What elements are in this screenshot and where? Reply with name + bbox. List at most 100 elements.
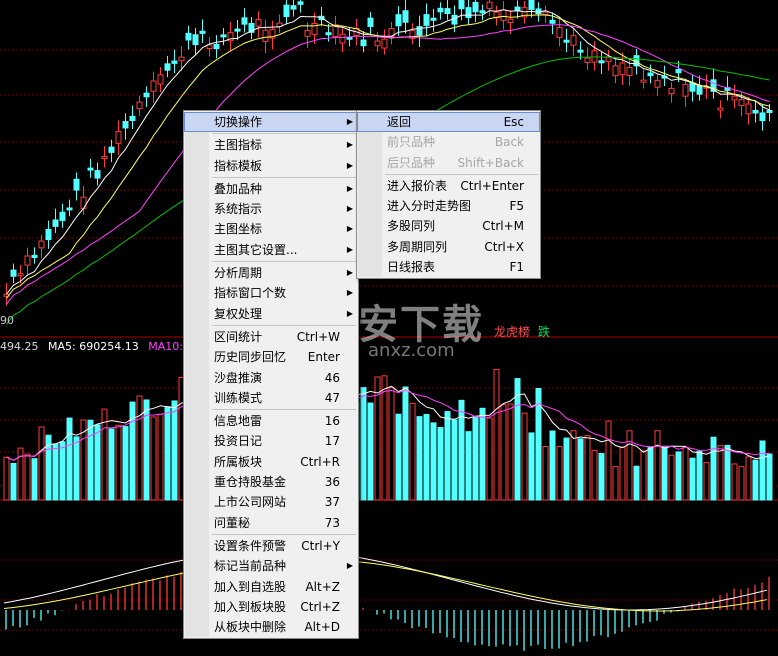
volume-bar	[409, 402, 416, 501]
candle-body	[17, 273, 24, 277]
volume-bar	[115, 424, 122, 501]
menu-item[interactable]: 重仓持股基金 36	[184, 472, 358, 492]
submenu-arrow-icon: ▶	[346, 561, 353, 571]
menu-item-label: 训练模式	[214, 390, 263, 405]
menu-item-shortcut: Ctrl+W	[296, 329, 340, 344]
menu-item[interactable]: 标记当前品种 ▶	[184, 556, 358, 576]
menu-item[interactable]: 叠加品种 ▶	[184, 179, 358, 199]
submenu-item[interactable]: 进入报价表 Ctrl+Enter	[357, 176, 540, 196]
menu-item-shortcut: 46	[324, 370, 340, 385]
menu-item-label: 主图指标	[214, 138, 263, 153]
volume-readout: 494.25 MA5: 690254.13 MA10: 6	[0, 340, 199, 353]
menu-item[interactable]: 加入到板块股 Ctrl+Z	[184, 597, 358, 617]
candle-body	[577, 49, 584, 53]
candle-body	[94, 170, 101, 179]
menu-item[interactable]: 主图坐标 ▶	[184, 219, 358, 239]
volume-bar	[654, 430, 661, 501]
candle-body	[24, 255, 31, 266]
menu-item[interactable]: 指标模板 ▶	[184, 156, 358, 176]
submenu-arrow-icon: ▶	[346, 183, 353, 193]
candle-body	[745, 103, 752, 115]
menu-item[interactable]: 信息地雷 16	[184, 411, 358, 431]
menu-item[interactable]: 从板块中删除 Alt+D	[184, 617, 358, 637]
menu-item[interactable]: 区间统计 Ctrl+W	[184, 327, 358, 347]
menu-item[interactable]: 分析周期 ▶	[184, 263, 358, 283]
candle-body	[38, 240, 45, 249]
menu-item[interactable]: 指标窗口个数 ▶	[184, 283, 358, 303]
volume-bar	[563, 437, 570, 501]
volume-bar	[416, 416, 423, 501]
candle-body	[325, 32, 332, 36]
volume-bar	[696, 450, 703, 501]
volume-bar	[451, 419, 458, 501]
menu-item[interactable]: 投资日记 17	[184, 431, 358, 451]
menu-item[interactable]: 主图指标 ▶	[184, 135, 358, 155]
menu-item[interactable]: 切换操作 ▶	[184, 112, 358, 133]
candle-body	[598, 60, 605, 64]
submenu-arrow-icon: ▶	[346, 160, 353, 170]
menu-item[interactable]: 问董秘 73	[184, 513, 358, 533]
submenu-item-label: 前只品种	[387, 135, 436, 150]
submenu-item[interactable]: 返回 Esc	[357, 112, 540, 133]
candle-body	[675, 69, 682, 74]
menu-item[interactable]: 设置条件预警 Ctrl+Y	[184, 536, 358, 556]
menu-item[interactable]: 沙盘推演 46	[184, 368, 358, 388]
menu-item[interactable]: 所属板块 Ctrl+R	[184, 452, 358, 472]
menu-item-label: 重仓持股基金	[214, 475, 287, 490]
volume-bar	[556, 445, 563, 501]
context-menu: 切换操作 ▶ 主图指标 ▶ 指标模板 ▶ 叠加品种 ▶ 系统指示 ▶ 主图坐标 ▶ 主图其它设置... ▶…	[183, 110, 359, 640]
candle-body	[115, 131, 122, 144]
submenu-item-shortcut: F1	[509, 260, 524, 275]
menu-item-label: 加入到板块股	[214, 599, 287, 614]
volume-bar	[423, 413, 430, 501]
candle-body	[157, 74, 164, 85]
menu-item-label: 区间统计	[214, 329, 263, 344]
menu-item[interactable]: 训练模式 47	[184, 388, 358, 408]
menu-item-shortcut: 73	[324, 515, 340, 530]
menu-item[interactable]: 系统指示 ▶	[184, 199, 358, 219]
volume-bar	[759, 440, 766, 501]
volume-bar	[136, 395, 143, 501]
volume-bar	[388, 387, 395, 501]
volume-bar	[521, 412, 528, 501]
candle-body	[619, 62, 626, 76]
submenu-arrow-icon: ▶	[346, 308, 353, 318]
menu-item[interactable]: 历史同步回忆 Enter	[184, 347, 358, 367]
candle-body	[381, 38, 388, 49]
submenu-item[interactable]: 多股同列 Ctrl+M	[357, 216, 540, 236]
candle-body	[766, 110, 773, 114]
menu-item[interactable]: 上市公司网站 37	[184, 492, 358, 512]
menu-item[interactable]: 主图其它设置... ▶	[184, 240, 358, 260]
volume-bar	[3, 456, 10, 501]
candle-body	[255, 19, 262, 27]
submenu-item-shortcut: Ctrl+Enter	[460, 178, 524, 193]
volume-bar	[612, 466, 619, 501]
menu-item-label: 分析周期	[214, 266, 263, 281]
submenu-arrow-icon: ▶	[346, 204, 353, 214]
volume-bar	[444, 411, 451, 501]
submenu-item[interactable]: 日线报表 F1	[357, 257, 540, 277]
volume-bar	[752, 459, 759, 501]
volume-bar	[157, 413, 164, 501]
candle-body	[563, 39, 570, 43]
volume-bar	[122, 426, 129, 501]
candle-body	[717, 107, 724, 111]
submenu-item[interactable]: 多周期同列 Ctrl+X	[357, 237, 540, 257]
volume-bar	[458, 399, 465, 501]
menu-item-label: 从板块中删除	[214, 620, 287, 635]
submenu-item-shortcut: Esc	[503, 115, 524, 129]
volume-bar	[472, 417, 479, 501]
submenu-item[interactable]: 进入分时走势图 F5	[357, 196, 540, 216]
menu-separator	[212, 533, 356, 535]
candle-body	[528, 0, 535, 10]
candle-body	[283, 4, 290, 18]
volume-bar	[430, 422, 437, 501]
submenu-separator	[385, 173, 538, 175]
candle-body	[213, 43, 220, 50]
menu-item[interactable]: 加入到自选股 Alt+Z	[184, 577, 358, 597]
menu-item[interactable]: 复权处理 ▶	[184, 304, 358, 324]
menu-separator	[212, 176, 356, 178]
volume-bar	[570, 430, 577, 501]
candle-body	[423, 14, 430, 26]
menu-item-label: 设置条件预警	[214, 538, 287, 553]
